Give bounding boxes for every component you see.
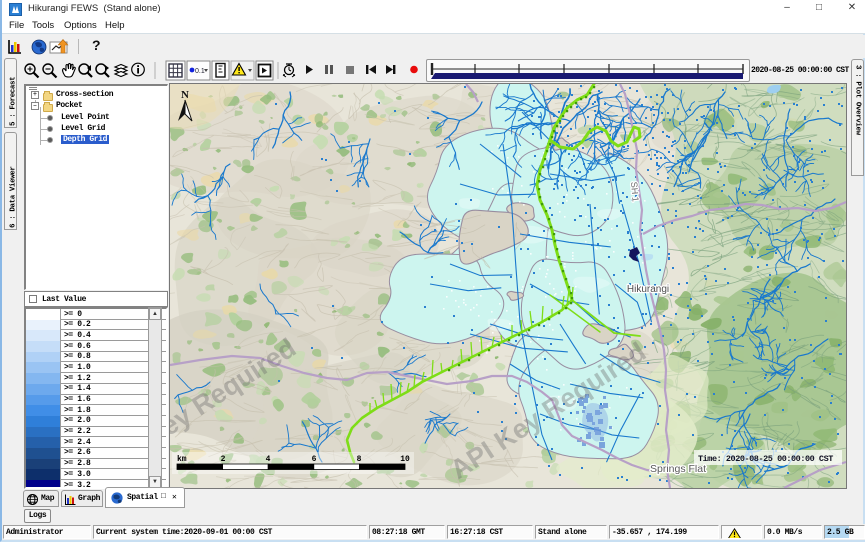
svg-text:5 : Forecast: 5 : Forecast <box>10 77 18 126</box>
svg-text:Time: 2020-08-25 00:00:00 CST: Time: 2020-08-25 00:00:00 CST <box>698 454 833 464</box>
svg-text:N: N <box>181 89 189 101</box>
svg-text:SH 1: SH 1 <box>629 181 641 202</box>
svg-text:4: 4 <box>266 455 271 464</box>
svg-text:8: 8 <box>357 455 362 464</box>
svg-text:0.1: 0.1 <box>195 68 205 75</box>
svg-text:6 : Data Viewer: 6 : Data Viewer <box>10 166 18 228</box>
svg-text:Hikurangi: Hikurangi <box>627 284 669 295</box>
svg-text:3 : Plot Overview: 3 : Plot Overview <box>854 65 862 136</box>
svg-text:6: 6 <box>312 455 317 464</box>
svg-text:2: 2 <box>221 455 226 464</box>
svg-text:km: km <box>177 455 187 464</box>
svg-text:10: 10 <box>400 455 410 464</box>
